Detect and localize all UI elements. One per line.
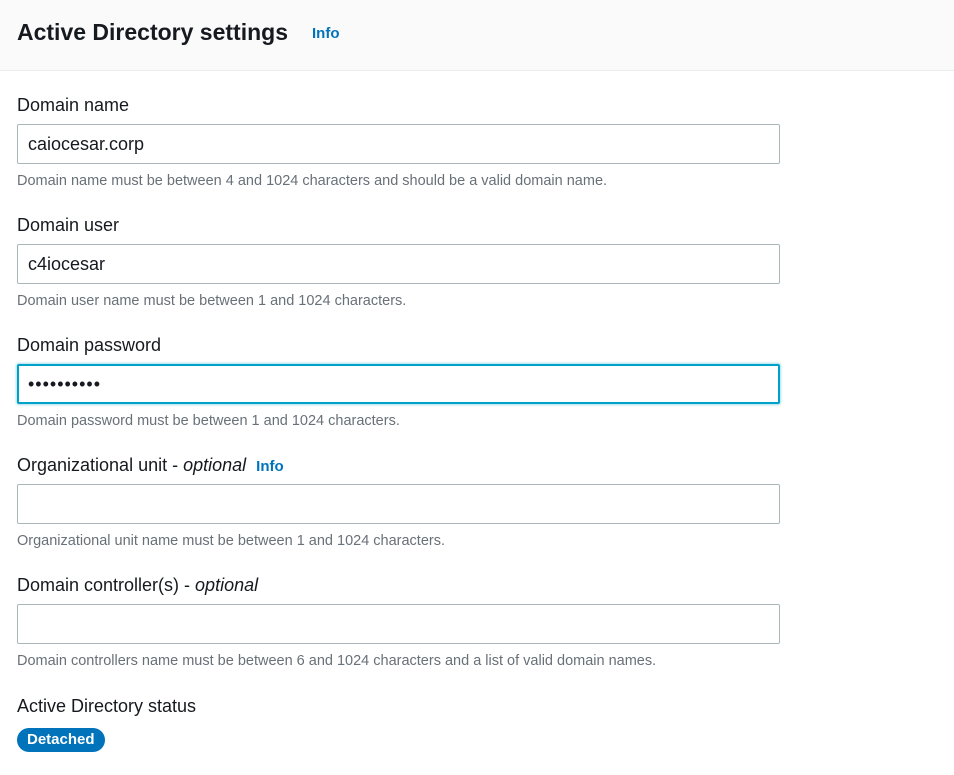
optional-tag: optional — [195, 575, 259, 595]
domain-controllers-label-text: Domain controller(s) - — [17, 575, 196, 595]
organizational-unit-hint: Organizational unit name must be between… — [17, 533, 446, 549]
domain-name-hint: Domain name must be between 4 and 1024 c… — [17, 173, 608, 189]
domain-controllers-field: Domain controller(s) - optional Domain c… — [17, 574, 780, 669]
organizational-unit-field: Organizational unit - optional Info Organ… — [17, 454, 780, 549]
domain-controllers-input[interactable] — [17, 604, 780, 644]
organizational-unit-label: Organizational unit - optional Info — [17, 454, 780, 478]
header-info-link[interactable]: Info — [312, 25, 340, 43]
organizational-unit-label-text: Organizational unit - — [17, 455, 184, 475]
domain-controllers-hint: Domain controllers name must be between … — [17, 653, 657, 669]
ad-status-label: Active Directory status — [17, 696, 197, 716]
domain-password-label: Domain password — [17, 335, 162, 355]
domain-user-input[interactable] — [17, 244, 780, 284]
section-title: Active Directory settings — [17, 19, 288, 45]
domain-user-field: Domain user Domain user name must be bet… — [17, 214, 780, 309]
domain-name-input[interactable] — [17, 124, 780, 164]
domain-controllers-label: Domain controller(s) - optional — [17, 574, 780, 596]
organizational-unit-info-link[interactable]: Info — [256, 458, 284, 475]
domain-password-input[interactable] — [17, 364, 780, 404]
domain-password-field: Domain password Domain password must be … — [17, 334, 780, 429]
ad-status-badge: Detached — [17, 728, 105, 752]
optional-tag: optional — [183, 455, 247, 475]
organizational-unit-input[interactable] — [17, 484, 780, 524]
domain-password-hint: Domain password must be between 1 and 10… — [17, 413, 400, 429]
domain-name-field: Domain name Domain name must be between … — [17, 94, 780, 189]
domain-user-label: Domain user — [17, 215, 120, 235]
domain-name-label: Domain name — [17, 95, 130, 115]
domain-user-hint: Domain user name must be between 1 and 1… — [17, 293, 407, 309]
section-header: Active Directory settings Info — [0, 0, 954, 71]
